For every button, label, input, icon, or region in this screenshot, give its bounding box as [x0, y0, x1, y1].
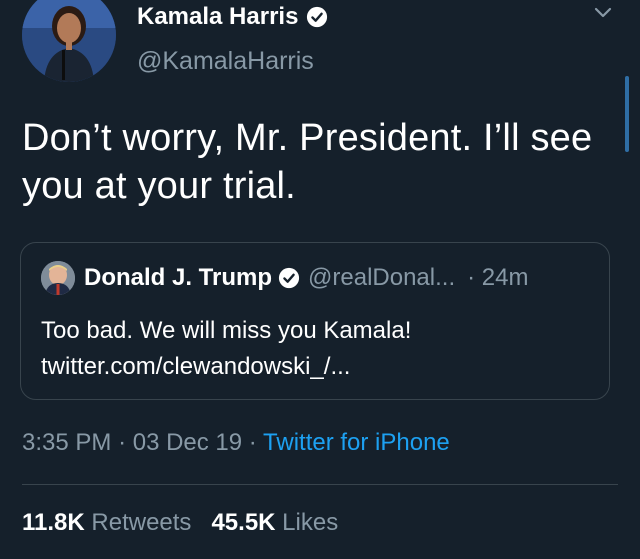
author-avatar[interactable]: [22, 0, 116, 82]
tweet-text: Don’t worry, Mr. President. I’ll see you…: [22, 117, 593, 207]
verified-badge-icon: [307, 6, 328, 28]
author-name-row[interactable]: Kamala Harris: [137, 3, 328, 31]
tweet-source-link[interactable]: Twitter for iPhone: [263, 429, 450, 456]
scroll-indicator: [625, 76, 629, 152]
chevron-down-icon[interactable]: [590, 2, 616, 24]
likes-count: 45.5K: [211, 509, 276, 536]
tweet-detail: Kamala Harris @KamalaHarris Don’t worry,…: [0, 0, 640, 559]
quoted-tweet-header: Donald J. Trump @realDonal... · 24m: [41, 261, 528, 295]
quoted-tweet-text-line: Too bad. We will miss you Kamala!: [41, 317, 412, 344]
likes-label: Likes: [282, 509, 339, 536]
avatar-photo-icon: [22, 0, 116, 82]
author-handle[interactable]: @KamalaHarris: [137, 46, 314, 76]
quoted-author-avatar: [41, 261, 75, 295]
tweet-time: 3:35 PM: [22, 429, 112, 456]
quoted-tweet-time: · 24m: [467, 264, 529, 291]
divider: [22, 484, 618, 485]
tweet-meta: 3:35 PM · 03 Dec 19 · Twitter for iPhone: [22, 428, 450, 458]
quoted-tweet-link[interactable]: twitter.com/clewandowski_/...: [41, 349, 591, 385]
tweet-stats: 11.8K Retweets 45.5K Likes: [22, 508, 338, 538]
verified-badge-icon: [278, 267, 300, 289]
retweets-label: Retweets: [91, 509, 192, 536]
likes-stat[interactable]: 45.5K Likes: [211, 509, 338, 536]
quoted-tweet-card[interactable]: Donald J. Trump @realDonal... · 24m Too …: [20, 242, 610, 400]
retweets-count: 11.8K: [22, 509, 85, 536]
author-name[interactable]: Kamala Harris: [137, 3, 298, 31]
tweet-date: · 03 Dec 19 ·: [118, 429, 257, 456]
avatar-photo-icon: [41, 261, 75, 295]
quoted-tweet-text: Too bad. We will miss you Kamala! twitte…: [41, 313, 591, 385]
quoted-author-name: Donald J. Trump: [84, 264, 273, 291]
retweets-stat[interactable]: 11.8K Retweets: [22, 509, 191, 536]
quoted-author-handle: @realDonal...: [308, 264, 456, 291]
